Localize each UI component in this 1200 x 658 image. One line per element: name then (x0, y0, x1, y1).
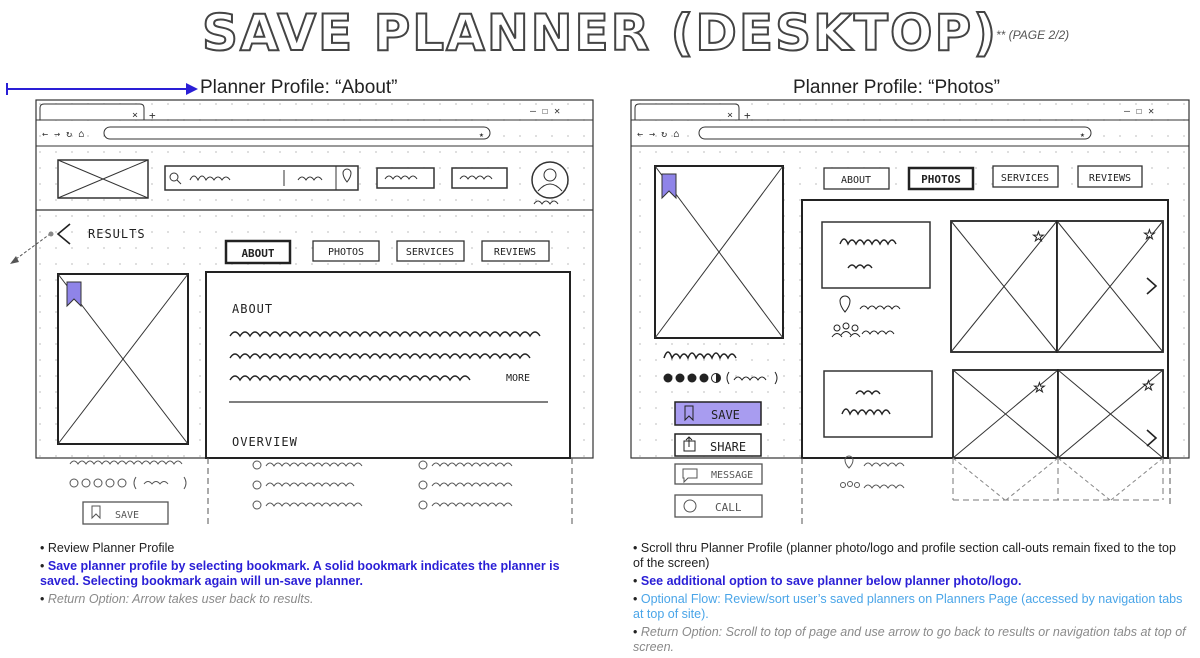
right-notes: Scroll thru Planner Profile (planner pho… (633, 541, 1188, 658)
note-save-bookmark: Save planner profile by selecting bookma… (40, 559, 595, 589)
note-review-profile: Review Planner Profile (40, 541, 595, 556)
about-content-box (205, 271, 571, 459)
browser-tab (634, 103, 740, 120)
svg-text:← → ↻ ⌂: ← → ↻ ⌂ (637, 129, 679, 140)
left-notes: Review Planner Profile Save planner prof… (40, 541, 595, 610)
overview-heading: OVERVIEW (232, 435, 298, 449)
note-return-option: Return Option: Scroll to top of page and… (633, 625, 1188, 655)
tab-photos: PHOTOS (921, 173, 961, 186)
note-scroll-profile: Scroll thru Planner Profile (planner pho… (633, 541, 1188, 571)
about-wireframe: × + – ☐ ✕ ← → ↻ ⌂ ★ RESULTS ABOUT PHOTOS… (10, 99, 594, 528)
about-heading: ABOUT (232, 302, 273, 316)
save-button-label: SAVE (711, 408, 740, 422)
svg-text:– ☐ ✕: – ☐ ✕ (1124, 106, 1154, 117)
star-icon: ★ (1144, 223, 1155, 244)
tab-reviews: REVIEWS (494, 247, 536, 258)
address-bar (698, 126, 1092, 140)
note-scroll-main: Scroll thru Planner Profile (640, 541, 783, 555)
browser-tab (39, 103, 145, 120)
star-icon: ★ (1143, 374, 1154, 395)
svg-text:×: × (132, 110, 138, 121)
star-icon: ★ (1033, 225, 1044, 246)
svg-text:← → ↻ ⌂: ← → ↻ ⌂ (42, 129, 84, 140)
page-number-note: ** (PAGE 2/2) (996, 28, 1070, 42)
svg-text:★: ★ (479, 130, 484, 139)
message-button-label: MESSAGE (711, 470, 753, 481)
star-icon: ★ (1034, 376, 1045, 397)
note-return-option: Return Option: Arrow takes user back to … (40, 592, 595, 607)
user-avatar (531, 161, 569, 199)
tab-reviews: REVIEWS (1089, 173, 1131, 184)
tab-services: SERVICES (406, 247, 454, 258)
results-back-link: RESULTS (88, 227, 146, 241)
note-optional-flow-main: Optional Flow: Review/sort user’s saved … (640, 592, 1018, 606)
svg-text:– ☐ ✕: – ☐ ✕ (530, 106, 560, 117)
svg-text:×: × (727, 110, 733, 121)
call-button-label: CALL (715, 501, 742, 514)
photos-wireframe: × + – ☐ ✕ ← → ↻ ⌂ ★ SAVE SHARE MESSAGE C… (630, 99, 1190, 526)
svg-text:★: ★ (1080, 130, 1085, 139)
tab-photos: PHOTOS (328, 247, 364, 258)
tab-about: ABOUT (841, 175, 871, 186)
share-button-label: SHARE (710, 440, 746, 454)
save-button-below-fold: SAVE (115, 510, 139, 521)
more-link: MORE (506, 373, 530, 384)
note-optional-flow: Optional Flow: Review/sort user’s saved … (633, 592, 1188, 622)
tab-services: SERVICES (1001, 173, 1049, 184)
site-search-bar (164, 165, 359, 191)
tab-about: ABOUT (241, 247, 274, 260)
note-additional-save: See additional option to save planner be… (633, 574, 1188, 589)
address-bar (103, 126, 491, 140)
